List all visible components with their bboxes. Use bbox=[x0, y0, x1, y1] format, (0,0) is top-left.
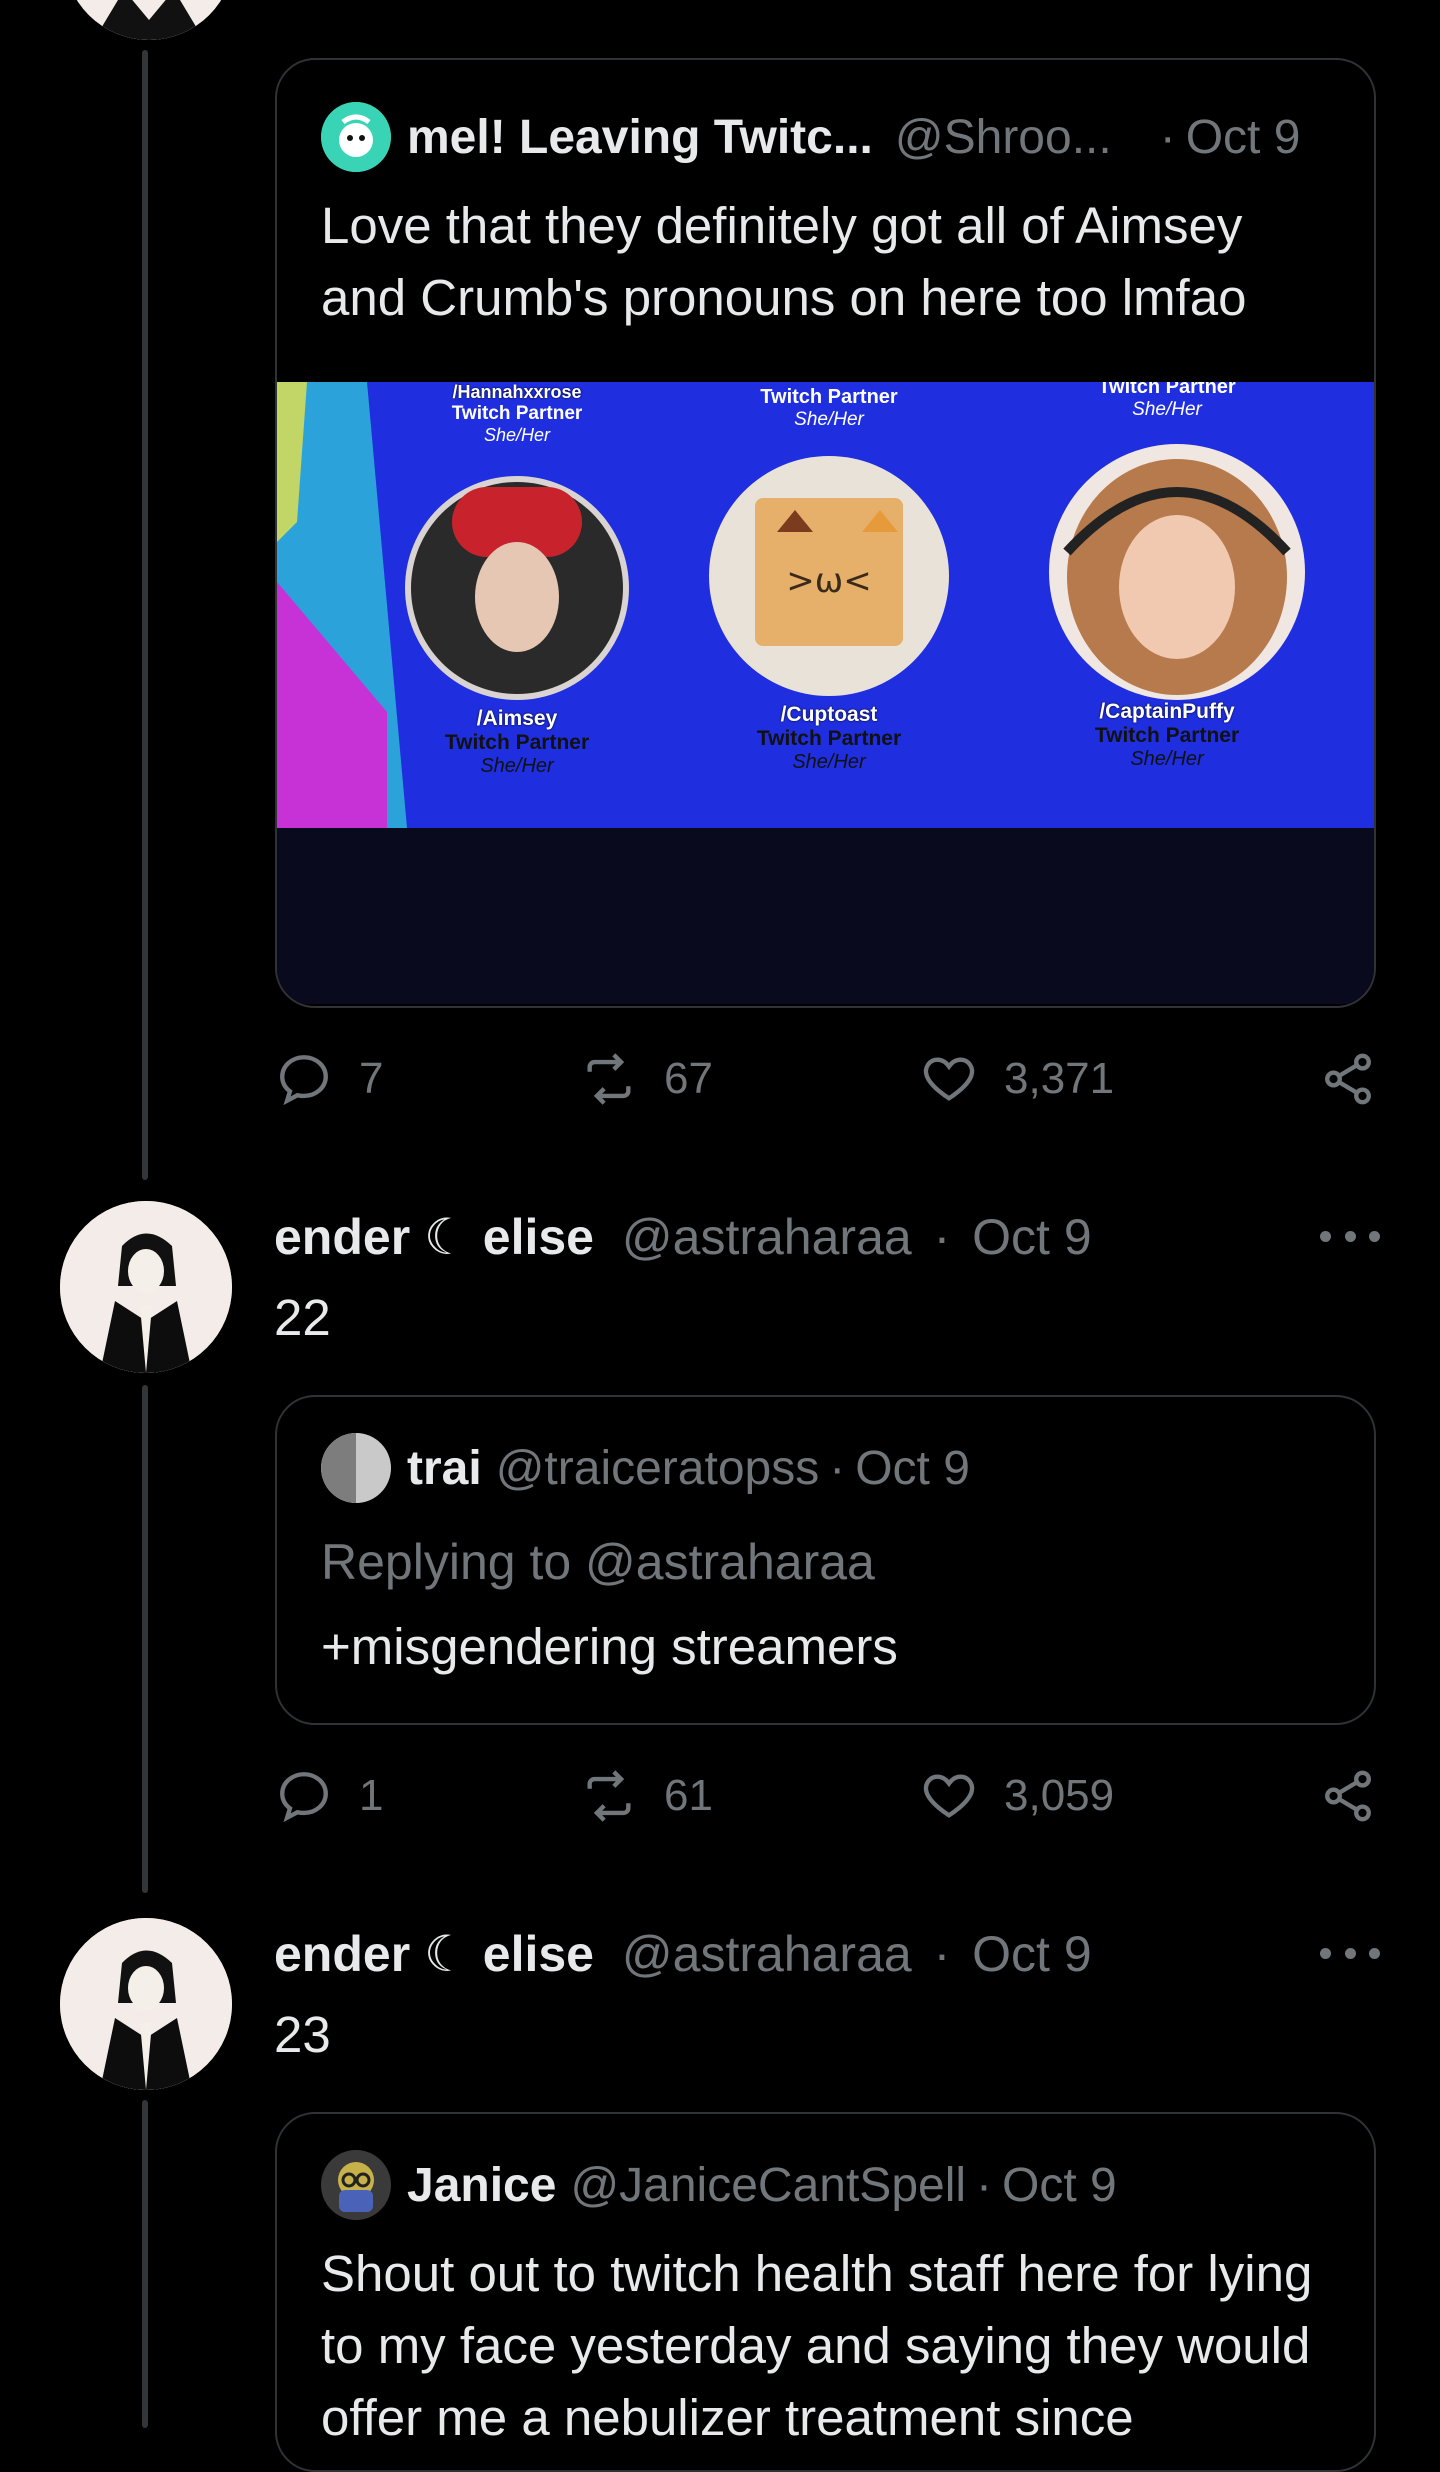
author-handle[interactable]: @Shroo... bbox=[895, 110, 1112, 165]
retweet-count: 61 bbox=[664, 1771, 713, 1820]
svg-text:>ω<: >ω< bbox=[786, 561, 871, 601]
avatar[interactable] bbox=[321, 102, 391, 172]
quote-text: Love that they definitely got all of Aim… bbox=[321, 197, 1247, 326]
tweet-text: 22 bbox=[274, 1289, 331, 1346]
avatar[interactable] bbox=[60, 1918, 232, 2090]
quote-text: +misgendering streamers bbox=[321, 1618, 898, 1675]
author-handle[interactable]: @astraharaa bbox=[622, 1926, 912, 1982]
tweet-actions: 1 61 3,059 bbox=[275, 1767, 1385, 1847]
tweet-header: ender ☾ elise @astraharaa · Oct 9 bbox=[274, 1208, 1092, 1266]
timestamp[interactable]: Oct 9 bbox=[972, 1926, 1091, 1982]
timestamp[interactable]: Oct 9 bbox=[1186, 110, 1301, 165]
quote-text: Shout out to twitch health staff here fo… bbox=[321, 2245, 1313, 2446]
like-button[interactable]: 3,371 bbox=[920, 1050, 1114, 1108]
like-count: 3,059 bbox=[1004, 1771, 1115, 1820]
share-button[interactable] bbox=[1319, 1050, 1403, 1108]
avatar[interactable] bbox=[321, 1433, 391, 1503]
quote-tweet-card[interactable]: Janice @JaniceCantSpell · Oct 9 Shout ou… bbox=[275, 2112, 1376, 2472]
separator: · bbox=[829, 1441, 846, 1495]
avatar[interactable] bbox=[321, 2150, 391, 2220]
thread-line bbox=[142, 1385, 148, 1893]
tweet-image[interactable]: >ω< /Hannahxxrose Twitch Partner She/Her… bbox=[277, 382, 1374, 1004]
share-icon bbox=[1325, 1053, 1371, 1105]
profile-label: /CaptainPuffy Twitch Partner She/Her bbox=[1094, 700, 1240, 770]
quote-tweet-card[interactable]: mel! Leaving Twitc... @Shroo... · Oct 9 … bbox=[275, 58, 1376, 1008]
quote-tweet-card[interactable]: trai @traiceratopss · Oct 9 Replying to … bbox=[275, 1395, 1376, 1725]
profile-label: /Cuptoast Twitch Partner She/Her bbox=[756, 703, 902, 773]
separator: · bbox=[933, 1926, 951, 1982]
retweet-button[interactable]: 61 bbox=[580, 1767, 713, 1825]
reply-button[interactable]: 1 bbox=[275, 1767, 383, 1825]
thread-line bbox=[142, 2100, 148, 2428]
reply-count: 1 bbox=[359, 1771, 384, 1820]
author-name[interactable]: ender ☾ elise bbox=[274, 1926, 594, 1982]
replying-to[interactable]: Replying to @astraharaa bbox=[321, 1533, 875, 1591]
profile-label: /Hannahxxrose Twitch Partner She/Her bbox=[451, 382, 583, 445]
reply-count: 7 bbox=[359, 1054, 384, 1103]
separator: · bbox=[933, 1209, 951, 1265]
thread-line bbox=[142, 50, 148, 1180]
tweet-text: 23 bbox=[274, 2006, 331, 2063]
like-count: 3,371 bbox=[1004, 1054, 1115, 1103]
author-name[interactable]: mel! Leaving Twitc... bbox=[407, 110, 873, 165]
share-button[interactable] bbox=[1319, 1767, 1403, 1825]
heart-icon bbox=[923, 1057, 975, 1101]
like-button[interactable]: 3,059 bbox=[920, 1767, 1114, 1825]
retweet-button[interactable]: 67 bbox=[580, 1050, 713, 1108]
author-handle[interactable]: @JaniceCantSpell bbox=[570, 2158, 966, 2213]
tweet-actions: 7 67 3,371 bbox=[275, 1050, 1385, 1130]
profile-label: Twitch Partner She/Her bbox=[1098, 382, 1236, 420]
profile-label: Twitch Partner She/Her bbox=[760, 386, 898, 430]
profile-label: /Aimsey Twitch Partner She/Her bbox=[444, 707, 590, 777]
reply-icon bbox=[280, 1055, 328, 1106]
retweet-icon bbox=[587, 1770, 631, 1822]
timestamp[interactable]: Oct 9 bbox=[1002, 2158, 1117, 2213]
author-name[interactable]: Janice bbox=[407, 2158, 556, 2213]
reply-button[interactable]: 7 bbox=[275, 1050, 383, 1108]
author-handle[interactable]: @traiceratopss bbox=[496, 1441, 820, 1496]
separator: · bbox=[1159, 110, 1176, 164]
retweet-count: 67 bbox=[664, 1054, 713, 1103]
tweet-header: ender ☾ elise @astraharaa · Oct 9 bbox=[274, 1925, 1092, 1983]
timestamp[interactable]: Oct 9 bbox=[972, 1209, 1091, 1265]
author-name[interactable]: ender ☾ elise bbox=[274, 1209, 594, 1265]
avatar[interactable] bbox=[64, 0, 234, 40]
retweet-icon bbox=[587, 1053, 631, 1105]
reply-icon bbox=[280, 1772, 328, 1823]
more-icon[interactable] bbox=[1320, 1943, 1380, 1963]
author-handle[interactable]: @astraharaa bbox=[622, 1209, 912, 1265]
timestamp[interactable]: Oct 9 bbox=[855, 1441, 970, 1496]
share-icon bbox=[1325, 1770, 1371, 1822]
avatar[interactable] bbox=[60, 1201, 232, 1373]
separator: · bbox=[976, 2158, 993, 2212]
heart-icon bbox=[923, 1774, 975, 1818]
more-icon[interactable] bbox=[1320, 1226, 1380, 1246]
author-name[interactable]: trai bbox=[407, 1441, 482, 1496]
